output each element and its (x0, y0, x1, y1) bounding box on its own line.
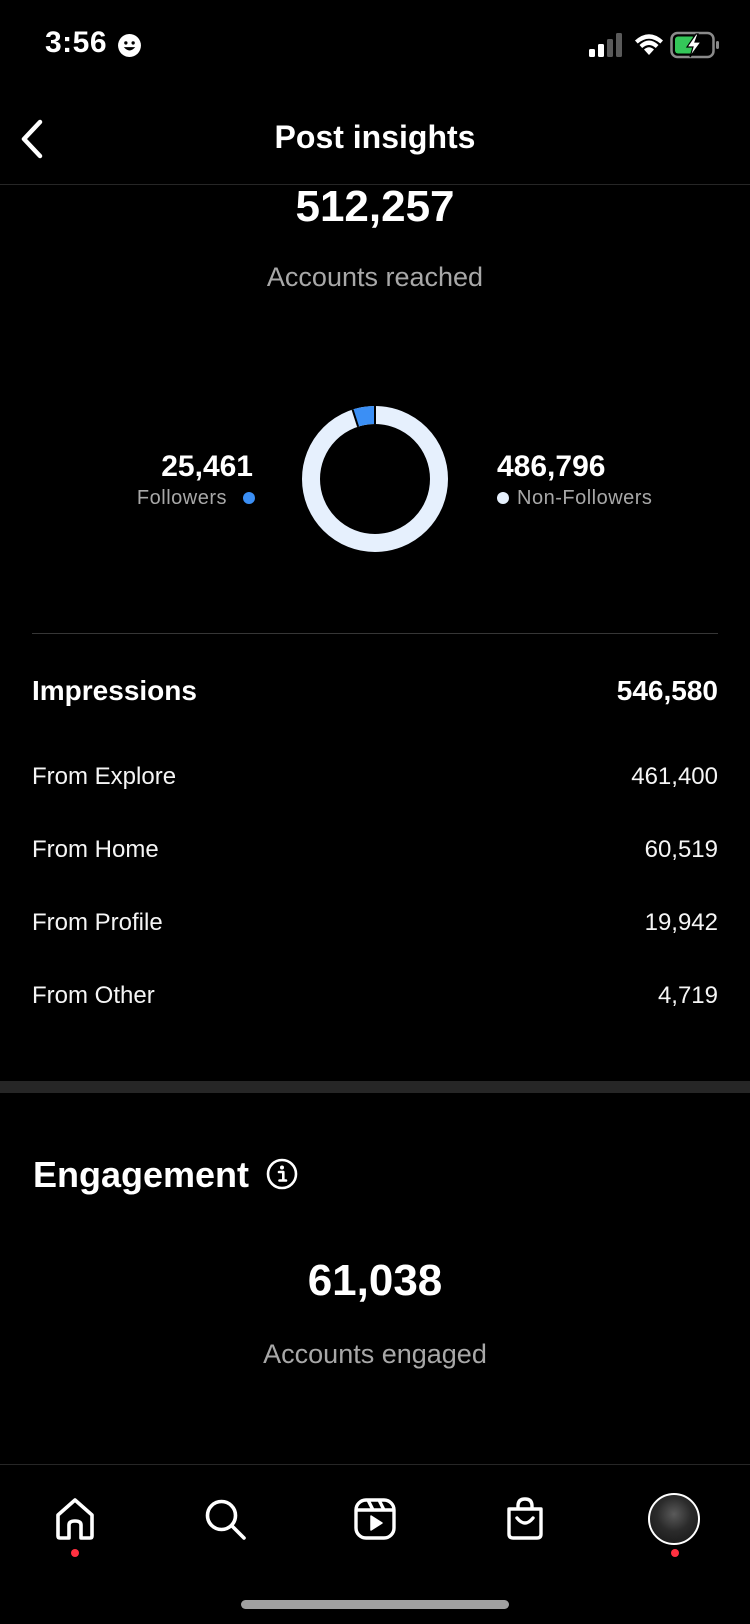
followers-legend-dot (243, 492, 255, 504)
page-title: Post insights (274, 119, 476, 155)
impression-source-label: From Profile (32, 909, 163, 936)
profile-notification-dot (671, 1549, 679, 1557)
accounts-engaged-value: 61,038 (307, 1256, 443, 1305)
top-nav-bar: Post insights (0, 95, 750, 185)
accounts-engaged-label: Accounts engaged (263, 1339, 487, 1369)
impression-source-value: 60,519 (644, 836, 718, 863)
status-bar: 3:56 (0, 0, 750, 90)
home-notification-dot (71, 1549, 79, 1557)
impressions-title: Impressions (32, 675, 197, 706)
audience-breakdown: 25,461 Followers 486,796 Non-Followers (0, 395, 750, 565)
impression-source-label: From Other (32, 982, 155, 1009)
tab-home[interactable] (45, 1489, 105, 1549)
impression-source-value: 4,719 (657, 982, 718, 1009)
reach-donut-chart (302, 406, 448, 552)
impression-source-value: 19,942 (644, 909, 718, 936)
impression-source-row: From Other 4,719 (32, 982, 718, 1010)
non-followers-ring-segment (302, 406, 448, 552)
tab-shop[interactable] (495, 1489, 555, 1549)
non-followers-legend-dot (497, 492, 509, 504)
battery-charging-icon (670, 31, 719, 59)
tab-profile[interactable] (644, 1489, 704, 1549)
non-followers-label: Non-Followers (517, 487, 653, 509)
followers-label: Followers (136, 487, 227, 509)
reels-icon (354, 1498, 396, 1540)
shop-icon (507, 1497, 543, 1540)
section-separator (0, 1081, 750, 1093)
info-icon[interactable] (266, 1158, 298, 1190)
impression-source-row: From Explore 461,400 (32, 763, 718, 791)
avatar (648, 1493, 700, 1545)
followers-count: 25,461 (161, 450, 253, 483)
impressions-header-row: Impressions 546,580 (32, 675, 718, 707)
impression-source-label: From Explore (32, 763, 177, 790)
followers-ring-segment (352, 406, 376, 427)
home-indicator (241, 1600, 509, 1609)
section-divider (32, 633, 718, 634)
accounts-reached-value: 512,257 (295, 182, 455, 231)
accounts-reached-label: Accounts reached (266, 262, 484, 292)
tab-reels[interactable] (345, 1489, 405, 1549)
non-followers-count: 486,796 (497, 450, 606, 483)
home-icon (56, 1498, 94, 1540)
impressions-total: 546,580 (616, 675, 718, 706)
status-time: 3:56 (45, 26, 108, 59)
wifi-icon (635, 34, 663, 55)
smiley-icon (118, 34, 141, 57)
impression-source-row: From Home 60,519 (32, 836, 718, 864)
tab-search[interactable] (195, 1489, 255, 1549)
cellular-signal-icon (589, 33, 622, 57)
engagement-title: Engagement (33, 1154, 250, 1195)
impression-source-value: 461,400 (631, 763, 718, 790)
search-icon (205, 1499, 246, 1540)
impression-source-row: From Profile 19,942 (32, 909, 718, 937)
impression-source-label: From Home (32, 836, 159, 863)
